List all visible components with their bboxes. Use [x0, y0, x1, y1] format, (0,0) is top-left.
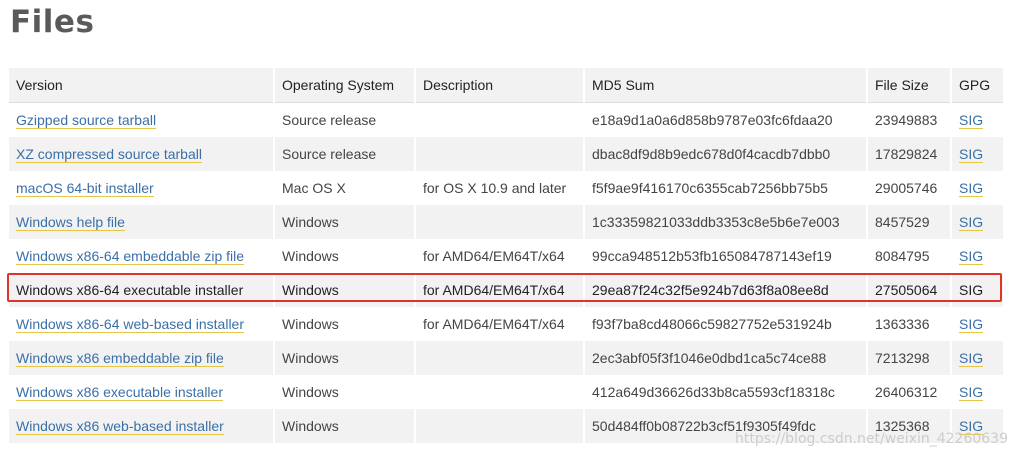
md5-sum-cell: f93f7ba8cd48066c59827752e531924b [584, 307, 868, 341]
column-header-version[interactable]: Version [9, 68, 275, 103]
gpg-signature-link[interactable]: SIG [959, 316, 984, 333]
table-row: Windows help file Windows 1c33359821033ddb… [9, 205, 1003, 239]
column-header-gpg[interactable]: GPG [951, 68, 1003, 103]
gpg-signature-link[interactable]: SIG [959, 180, 984, 197]
version-link[interactable]: Windows x86-64 web-based installer [16, 316, 244, 333]
description-cell: for AMD64/EM64T/x64 [415, 239, 585, 273]
operating-system-cell: Windows [274, 205, 416, 239]
file-size-cell: 1363336 [867, 307, 952, 341]
file-size-cell: 17829824 [867, 137, 952, 171]
description-cell: for OS X 10.9 and later [415, 171, 585, 205]
version-link[interactable]: Windows x86-64 executable installer [16, 282, 243, 298]
gpg-signature-link[interactable]: SIG [959, 282, 983, 298]
gpg-cell: SIG [951, 239, 1003, 273]
gpg-cell: SIG [951, 341, 1003, 375]
version-link[interactable]: Windows x86 web-based installer [16, 418, 224, 435]
description-cell [415, 409, 585, 443]
file-size-cell: 26406312 [867, 375, 952, 409]
version-link[interactable]: Gzipped source tarball [16, 112, 157, 129]
header-row: Version Operating System Description MD5… [9, 68, 1003, 103]
operating-system-cell: Windows [274, 239, 416, 273]
version-cell: Windows x86 web-based installer [9, 409, 275, 443]
file-size-cell: 27505064 [867, 273, 952, 307]
column-header-description[interactable]: Description [415, 68, 585, 103]
md5-sum-cell: dbac8df9d8b9edc678d0f4cacdb7dbb0 [584, 137, 868, 171]
md5-sum-cell: 1c33359821033ddb3353c8e5b6e7e003 [584, 205, 868, 239]
table-row: Windows x86-64 embeddable zip file Window… [9, 239, 1003, 273]
files-table-header: Version Operating System Description MD5… [9, 68, 1003, 103]
file-size-cell: 8457529 [867, 205, 952, 239]
operating-system-cell: Windows [274, 273, 416, 307]
md5-sum-cell: 29ea87f24c32f5e924b7d63f8a08ee8d [584, 273, 868, 307]
version-cell: Windows x86 executable installer [9, 375, 275, 409]
gpg-signature-link[interactable]: SIG [959, 248, 984, 265]
md5-sum-cell: 412a649d36626d33b8ca5593cf18318c [584, 375, 868, 409]
version-link[interactable]: macOS 64-bit installer [16, 180, 154, 197]
table-row: Windows x86 embeddable zip file Windows 2e… [9, 341, 1003, 375]
description-cell [415, 205, 585, 239]
column-header-md5-sum[interactable]: MD5 Sum [584, 68, 868, 103]
table-row: XZ compressed source tarball Source relea… [9, 137, 1003, 171]
files-table: Version Operating System Description MD5… [9, 68, 1003, 443]
table-row: macOS 64-bit installer Mac OS Xfor OS X 1… [9, 171, 1003, 205]
version-cell: Windows x86 embeddable zip file [9, 341, 275, 375]
md5-sum-cell: f5f9ae9f416170c6355cab7256bb75b5 [584, 171, 868, 205]
description-cell: for AMD64/EM64T/x64 [415, 307, 585, 341]
column-header-operating-system[interactable]: Operating System [274, 68, 416, 103]
version-link[interactable]: Windows x86 embeddable zip file [16, 350, 224, 367]
gpg-cell: SIG [951, 171, 1003, 205]
description-cell [415, 375, 585, 409]
md5-sum-cell: e18a9d1a0a6d858b9787e03fc6fdaa20 [584, 102, 868, 137]
file-size-cell: 7213298 [867, 341, 952, 375]
file-size-cell: 29005746 [867, 171, 952, 205]
column-header-file-size[interactable]: File Size [867, 68, 952, 103]
version-cell: Gzipped source tarball [9, 102, 275, 137]
md5-sum-cell: 99cca948512b53fb165084787143ef19 [584, 239, 868, 273]
file-size-cell: 23949883 [867, 102, 952, 137]
file-size-cell: 8084795 [867, 239, 952, 273]
md5-sum-cell: 2ec3abf05f3f1046e0dbd1ca5c74ce88 [584, 341, 868, 375]
version-link[interactable]: Windows help file [16, 214, 125, 231]
gpg-signature-link[interactable]: SIG [959, 214, 984, 231]
version-link[interactable]: Windows x86 executable installer [16, 384, 223, 401]
operating-system-cell: Source release [274, 137, 416, 171]
description-cell [415, 137, 585, 171]
description-cell [415, 341, 585, 375]
files-table-body: Gzipped source tarball Source release e18a… [9, 102, 1003, 443]
operating-system-cell: Windows [274, 409, 416, 443]
operating-system-cell: Mac OS X [274, 171, 416, 205]
watermark: https://blog.csdn.net/weixin_42260639 [734, 431, 1008, 447]
description-cell [415, 102, 585, 137]
gpg-signature-link[interactable]: SIG [959, 112, 984, 129]
gpg-cell: SIG [951, 205, 1003, 239]
gpg-cell: SIG [951, 307, 1003, 341]
gpg-signature-link[interactable]: SIG [959, 384, 984, 401]
gpg-cell: SIG [951, 137, 1003, 171]
operating-system-cell: Windows [274, 341, 416, 375]
operating-system-cell: Source release [274, 102, 416, 137]
version-cell: macOS 64-bit installer [9, 171, 275, 205]
description-cell: for AMD64/EM64T/x64 [415, 273, 585, 307]
table-row: Gzipped source tarball Source release e18a… [9, 102, 1003, 137]
version-link[interactable]: Windows x86-64 embeddable zip file [16, 248, 245, 265]
gpg-cell: SIG [951, 375, 1003, 409]
version-cell: Windows x86-64 executable installer [9, 273, 275, 307]
operating-system-cell: Windows [274, 307, 416, 341]
version-cell: Windows help file [9, 205, 275, 239]
table-row: Windows x86-64 executable installer Windo… [9, 273, 1003, 307]
version-cell: Windows x86-64 web-based installer [9, 307, 275, 341]
version-cell: Windows x86-64 embeddable zip file [9, 239, 275, 273]
gpg-cell: SIG [951, 102, 1003, 137]
version-cell: XZ compressed source tarball [9, 137, 275, 171]
gpg-signature-link[interactable]: SIG [959, 146, 984, 163]
gpg-signature-link[interactable]: SIG [959, 350, 984, 367]
page-title: Files [10, 4, 95, 40]
operating-system-cell: Windows [274, 375, 416, 409]
table-row: Windows x86-64 web-based installer Window… [9, 307, 1003, 341]
page: Files Version Operating System Descripti… [0, 0, 1018, 458]
gpg-cell: SIG [951, 273, 1003, 307]
table-row: Windows x86 executable installer Windows 4… [9, 375, 1003, 409]
version-link[interactable]: XZ compressed source tarball [16, 146, 202, 163]
